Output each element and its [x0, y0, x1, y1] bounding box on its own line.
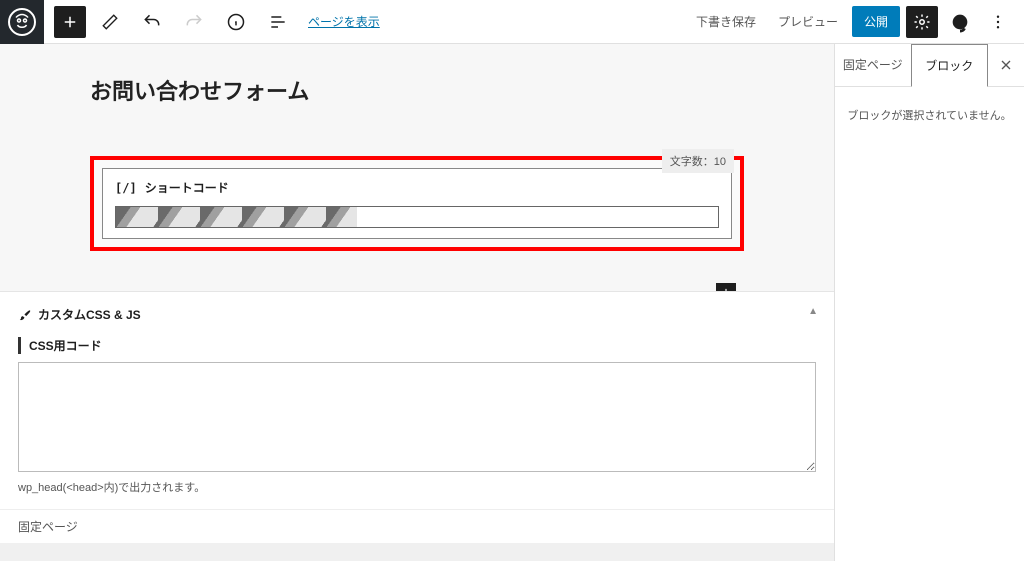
topbar-right: 下書き保存 プレビュー 公開 — [688, 6, 1024, 38]
sidebar-body: ブロックが選択されていません。 — [835, 87, 1024, 143]
outline-button[interactable] — [260, 4, 296, 40]
custom-css-js-panel: カスタムCSS & JS ▲ CSS用コード wp_head(<head>内)で… — [0, 291, 834, 509]
shortcode-block-label: ショートコード — [145, 179, 229, 196]
shortcode-block-header: [/] ショートコード — [115, 179, 719, 196]
theme-indicator-icon[interactable] — [944, 6, 976, 38]
tab-page[interactable]: 固定ページ — [835, 44, 911, 86]
no-block-selected-message: ブロックが選択されていません。 — [847, 110, 1011, 122]
preview-button[interactable]: プレビュー — [770, 7, 846, 36]
custom-css-js-header[interactable]: カスタムCSS & JS — [18, 306, 816, 323]
wp-logo-icon — [8, 8, 36, 36]
edit-mode-button[interactable] — [92, 4, 128, 40]
redo-button[interactable] — [176, 4, 212, 40]
add-block-button[interactable] — [54, 6, 86, 38]
publish-button[interactable]: 公開 — [852, 6, 900, 37]
highlighted-block-annotation: [/] ショートコード — [90, 156, 744, 251]
sidebar-tabs: 固定ページ ブロック — [835, 44, 1024, 87]
shortcode-icon: [/] — [115, 181, 137, 195]
more-options-button[interactable] — [982, 6, 1014, 38]
css-code-note: wp_head(<head>内)で出力されます。 — [18, 479, 816, 495]
wp-logo-button[interactable] — [0, 0, 44, 44]
close-sidebar-button[interactable] — [988, 44, 1024, 86]
shortcode-input[interactable] — [115, 206, 719, 228]
shortcode-block[interactable]: [/] ショートコード — [102, 168, 732, 239]
settings-sidebar: 固定ページ ブロック ブロックが選択されていません。 — [834, 44, 1024, 561]
editor-topbar: ページを表示 下書き保存 プレビュー 公開 — [0, 0, 1024, 44]
editor-canvas-area: お問い合わせフォーム 文字数：10 [/] ショートコード — [0, 44, 834, 561]
settings-button[interactable] — [906, 6, 938, 38]
custom-css-js-title: カスタムCSS & JS — [38, 306, 141, 323]
close-icon — [998, 57, 1014, 73]
tab-block[interactable]: ブロック — [911, 44, 989, 87]
view-page-link[interactable]: ページを表示 — [308, 13, 380, 30]
topbar-left: ページを表示 — [0, 0, 380, 43]
css-code-textarea[interactable] — [18, 362, 816, 472]
info-button[interactable] — [218, 4, 254, 40]
css-code-label: CSS用コード — [18, 337, 102, 354]
word-count-badge: 文字数：10 — [662, 149, 734, 173]
collapse-toggle-icon[interactable]: ▲ — [808, 306, 818, 317]
editor-canvas[interactable]: お問い合わせフォーム 文字数：10 [/] ショートコード — [0, 44, 834, 291]
save-draft-button[interactable]: 下書き保存 — [688, 7, 764, 36]
page-title[interactable]: お問い合わせフォーム — [90, 74, 744, 106]
brush-icon — [18, 308, 32, 322]
footer-page-type-label: 固定ページ — [0, 509, 834, 543]
undo-button[interactable] — [134, 4, 170, 40]
